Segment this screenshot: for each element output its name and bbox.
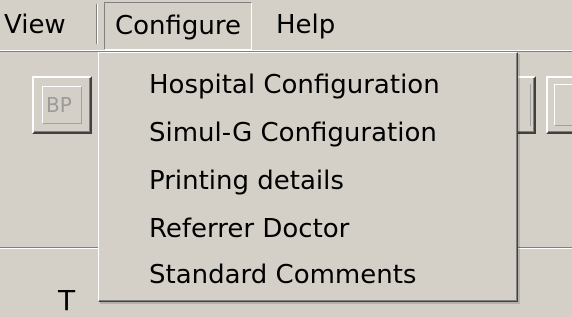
menu-item-simul-g-configuration[interactable]: Simul-G Configuration xyxy=(149,113,437,153)
menu-separator xyxy=(96,4,98,44)
configure-dropdown-menu: Hospital Configuration Simul-G Configura… xyxy=(98,52,518,302)
menu-configure[interactable]: Configure xyxy=(104,2,253,50)
bp-button-frame xyxy=(42,86,82,124)
menu-bar: View Configure Help xyxy=(0,0,572,50)
menu-item-printing-details[interactable]: Printing details xyxy=(149,161,344,201)
toolbar-button-partial-2-frame xyxy=(554,84,572,126)
menu-item-hospital-configuration[interactable]: Hospital Configuration xyxy=(149,65,440,105)
partial-label: T xyxy=(58,284,76,317)
toolbar-button-partial-2[interactable] xyxy=(546,76,572,134)
toolbar-button-partial-frame xyxy=(520,84,531,126)
menu-item-referrer-doctor[interactable]: Referrer Doctor xyxy=(149,209,349,249)
bp-button[interactable]: BP xyxy=(32,76,92,134)
toolbar-button-partial[interactable] xyxy=(516,76,536,134)
menu-item-standard-comments[interactable]: Standard Comments xyxy=(149,255,416,295)
menu-view[interactable]: View xyxy=(0,0,66,50)
menu-help[interactable]: Help xyxy=(276,0,335,50)
